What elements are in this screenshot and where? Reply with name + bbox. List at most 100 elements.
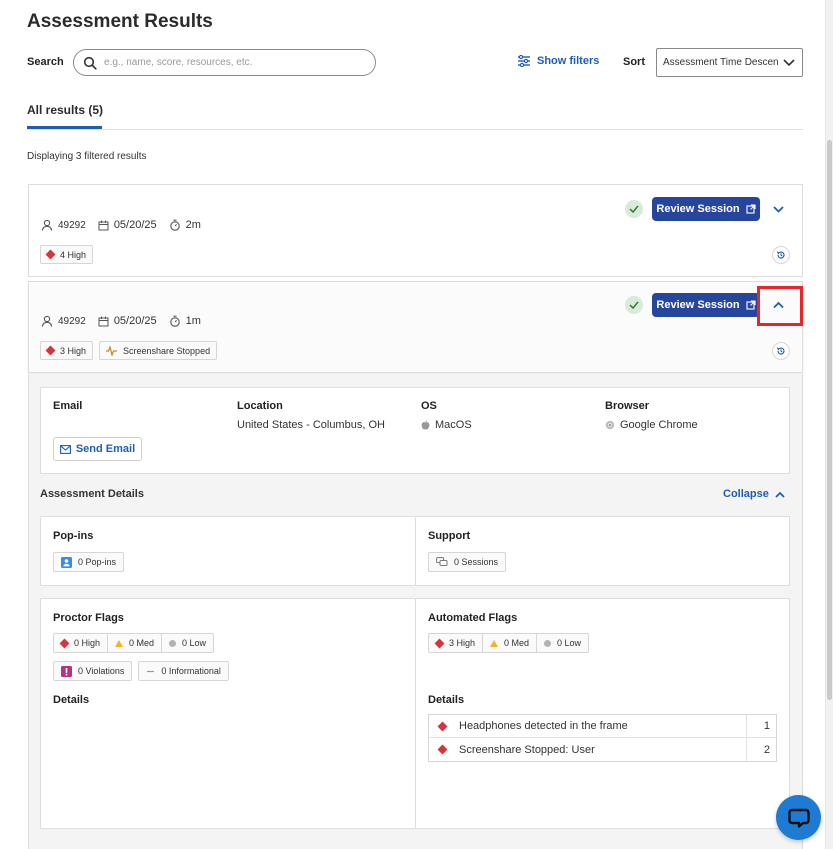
auto-med-label: 0 Med (504, 638, 530, 648)
timer-icon (169, 219, 180, 231)
session-chips: 4 High (40, 245, 99, 264)
popins-value: 0 Pop-ins (78, 557, 117, 567)
show-filters-button[interactable]: Show filters (517, 55, 599, 67)
mail-icon (59, 444, 71, 454)
proctor-details-title: Details (53, 694, 90, 706)
waveform-icon (106, 345, 118, 356)
browser-text: Google Chrome (620, 419, 698, 431)
proctor-flags-title: Proctor Flags (53, 612, 124, 624)
high-severity-icon (45, 249, 56, 260)
review-session-button[interactable]: Review Session (652, 197, 760, 221)
highlight-annotation (757, 286, 803, 326)
send-email-button[interactable]: Send Email (53, 437, 142, 461)
external-link-icon (746, 300, 756, 310)
chat-bubbles-icon (436, 557, 448, 566)
browser-value: Google Chrome (605, 419, 698, 431)
popins-title: Pop-ins (53, 530, 94, 542)
results-count: Displaying 3 filtered results (27, 151, 147, 162)
location-value: United States - Columbus, OH (237, 419, 385, 431)
review-session-label: Review Session (656, 299, 740, 311)
person-badge-icon (61, 556, 72, 568)
history-icon (776, 347, 785, 355)
medium-severity-icon (115, 639, 124, 647)
expand-button[interactable] (770, 201, 786, 217)
calendar-icon (98, 316, 109, 326)
history-button[interactable] (772, 246, 790, 264)
chip-label: 3 High (60, 345, 87, 356)
support-title: Support (428, 530, 471, 542)
flag-count: 2 (746, 738, 776, 761)
os-label: OS (421, 400, 437, 412)
check-icon (625, 296, 643, 314)
session-user-id: 49292 (58, 219, 86, 231)
os-text: MacOS (435, 419, 472, 431)
proctor-low: 0 Low (162, 634, 213, 652)
sort-label: Sort (623, 56, 645, 68)
high-severity-icon (437, 721, 447, 731)
search-icon (83, 56, 97, 70)
automated-flags-title: Automated Flags (428, 612, 518, 624)
flag-name: Headphones detected in the frame (459, 720, 628, 732)
chat-button[interactable] (776, 795, 821, 840)
page-title: Assessment Results (27, 11, 213, 32)
high-flags-chip: 4 High (40, 245, 94, 264)
session-meta: 49292 05/20/25 1m (41, 315, 213, 327)
email-label: Email (53, 400, 83, 412)
check-icon (625, 200, 643, 218)
informational-label: 0 Informational (161, 666, 221, 676)
scrollbar-thumb[interactable] (827, 140, 832, 700)
chip-label: 4 High (60, 249, 87, 260)
chat-icon (787, 808, 810, 828)
collapse-label: Collapse (723, 488, 769, 500)
history-icon (776, 251, 785, 259)
proctor-med-label: 0 Med (129, 638, 155, 648)
flag-name: Screenshare Stopped: User (459, 743, 595, 756)
support-chip: 0 Sessions (428, 552, 507, 572)
session-duration: 1m (185, 315, 201, 327)
search-box[interactable] (73, 49, 376, 76)
apple-icon (421, 420, 430, 430)
support-value: 0 Sessions (454, 557, 499, 567)
informational-chip: 0 Informational (138, 661, 229, 681)
tabs-divider (27, 129, 803, 130)
search-input[interactable] (104, 57, 354, 68)
tab-all-results[interactable]: All results (5) (27, 103, 103, 117)
scrollbar[interactable] (825, 0, 833, 849)
table-row[interactable]: Screenshare Stopped: User 2 (429, 738, 776, 761)
filter-icon (518, 55, 530, 67)
os-value: MacOS (421, 419, 472, 431)
auto-low-label: 0 Low (557, 638, 582, 648)
user-icon (41, 315, 53, 327)
high-severity-icon (434, 638, 445, 648)
history-button[interactable] (772, 342, 790, 360)
chevron-up-icon (775, 491, 785, 498)
high-severity-icon (59, 638, 70, 648)
sort-select[interactable]: Assessment Time Descending (656, 48, 803, 77)
auto-low: 0 Low (537, 634, 588, 652)
session-user-id: 49292 (58, 315, 86, 327)
chip-label: Screenshare Stopped (123, 345, 211, 356)
browser-label: Browser (605, 400, 650, 412)
proctor-high: 0 High (54, 634, 109, 652)
user-icon (41, 219, 53, 231)
review-session-button[interactable]: Review Session (652, 293, 760, 317)
proctor-high-label: 0 High (74, 638, 101, 648)
panel-divider (415, 599, 416, 828)
timer-icon (169, 315, 180, 327)
search-label: Search (27, 56, 64, 68)
low-severity-icon (544, 639, 552, 647)
popins-chip: 0 Pop-ins (53, 552, 125, 572)
show-filters-label: Show filters (537, 55, 600, 67)
high-severity-icon (437, 744, 447, 755)
screenshare-stopped-chip: Screenshare Stopped (99, 341, 218, 360)
auto-med: 0 Med (483, 634, 538, 652)
exclamation-icon (61, 665, 72, 677)
session-date: 05/20/25 (113, 219, 157, 231)
table-row[interactable]: Headphones detected in the frame 1 (429, 715, 776, 738)
collapse-button[interactable]: Collapse (723, 488, 785, 500)
session-meta: 49292 05/20/25 2m (41, 219, 213, 231)
automated-severity-chips: 3 High 0 Med 0 Low (428, 633, 590, 653)
proctor-low-label: 0 Low (182, 638, 207, 648)
automated-flags-table: Headphones detected in the frame 1 Scree… (428, 714, 777, 762)
chevron-down-icon (783, 59, 795, 67)
